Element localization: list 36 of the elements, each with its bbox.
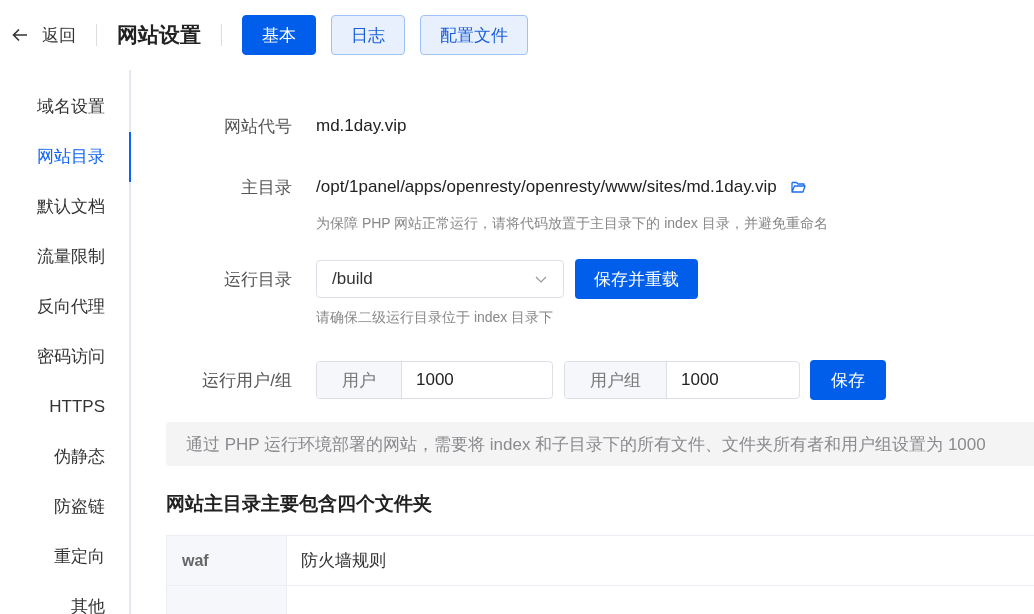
run-dir-select[interactable]: /build [316, 260, 564, 298]
group-input-group[interactable]: 用户组 1000 [564, 361, 800, 399]
back-button[interactable]: 返回 [12, 23, 76, 47]
sidebar-item[interactable]: 其他 [0, 582, 131, 614]
main-dir-value: /opt/1panel/apps/openresty/openresty/www/sites/md.1day.vip [316, 177, 777, 197]
save-reload-button[interactable]: 保存并重载 [575, 259, 698, 299]
sidebar-item[interactable]: 重定向 [0, 532, 131, 582]
field-label: 运行目录 [223, 268, 293, 291]
tab-button[interactable]: 基本 [242, 15, 316, 55]
section-heading: 网站主目录主要包含四个文件夹 [166, 492, 433, 516]
field-label: 主目录 [240, 176, 293, 199]
info-alert: 通过 PHP 运行环境部署的网站，需要将 index 和子目录下的所有文件、文件夹所有者和用户组设置为 1000 [166, 422, 1034, 466]
sidebar-item[interactable]: 默认文档 [0, 182, 131, 232]
site-code-value: md.1day.vip [316, 116, 407, 136]
tab-button[interactable]: 日志 [331, 15, 405, 55]
field-label: 网站代号 [223, 115, 293, 138]
hint-text: 请确保二级运行目录位于 index 目录下 [315, 309, 555, 327]
back-arrow-icon [12, 28, 28, 42]
chevron-down-icon [535, 275, 547, 283]
sidebar-item[interactable]: 密码访问 [0, 332, 131, 382]
sidebar-item[interactable]: 流量限制 [0, 232, 131, 282]
table-cell: waf [167, 536, 287, 585]
user-input-group[interactable]: 用户 1000 [316, 361, 553, 399]
save-button[interactable]: 保存 [810, 360, 886, 400]
sidebar-item[interactable]: 防盗链 [0, 482, 131, 532]
table-cell-text: 防火墙规则 [300, 550, 386, 572]
folder-icon[interactable] [790, 181, 806, 193]
page-title: 网站设置 [117, 22, 201, 48]
sidebar-item[interactable]: 反向代理 [0, 282, 131, 332]
field-label: 运行用户/组 [201, 369, 293, 392]
sidebar-item[interactable]: 域名设置 [0, 82, 131, 132]
hint-text: 为保障 PHP 网站正常运行，请将代码放置于主目录下的 index 目录，并避免重命名 [315, 215, 829, 233]
tab-button[interactable]: 配置文件 [420, 15, 528, 55]
sidebar-item[interactable]: 网站目录 [0, 132, 131, 182]
sidebar-item[interactable]: HTTPS [0, 382, 131, 432]
sidebar-item[interactable]: 伪静态 [0, 432, 131, 482]
